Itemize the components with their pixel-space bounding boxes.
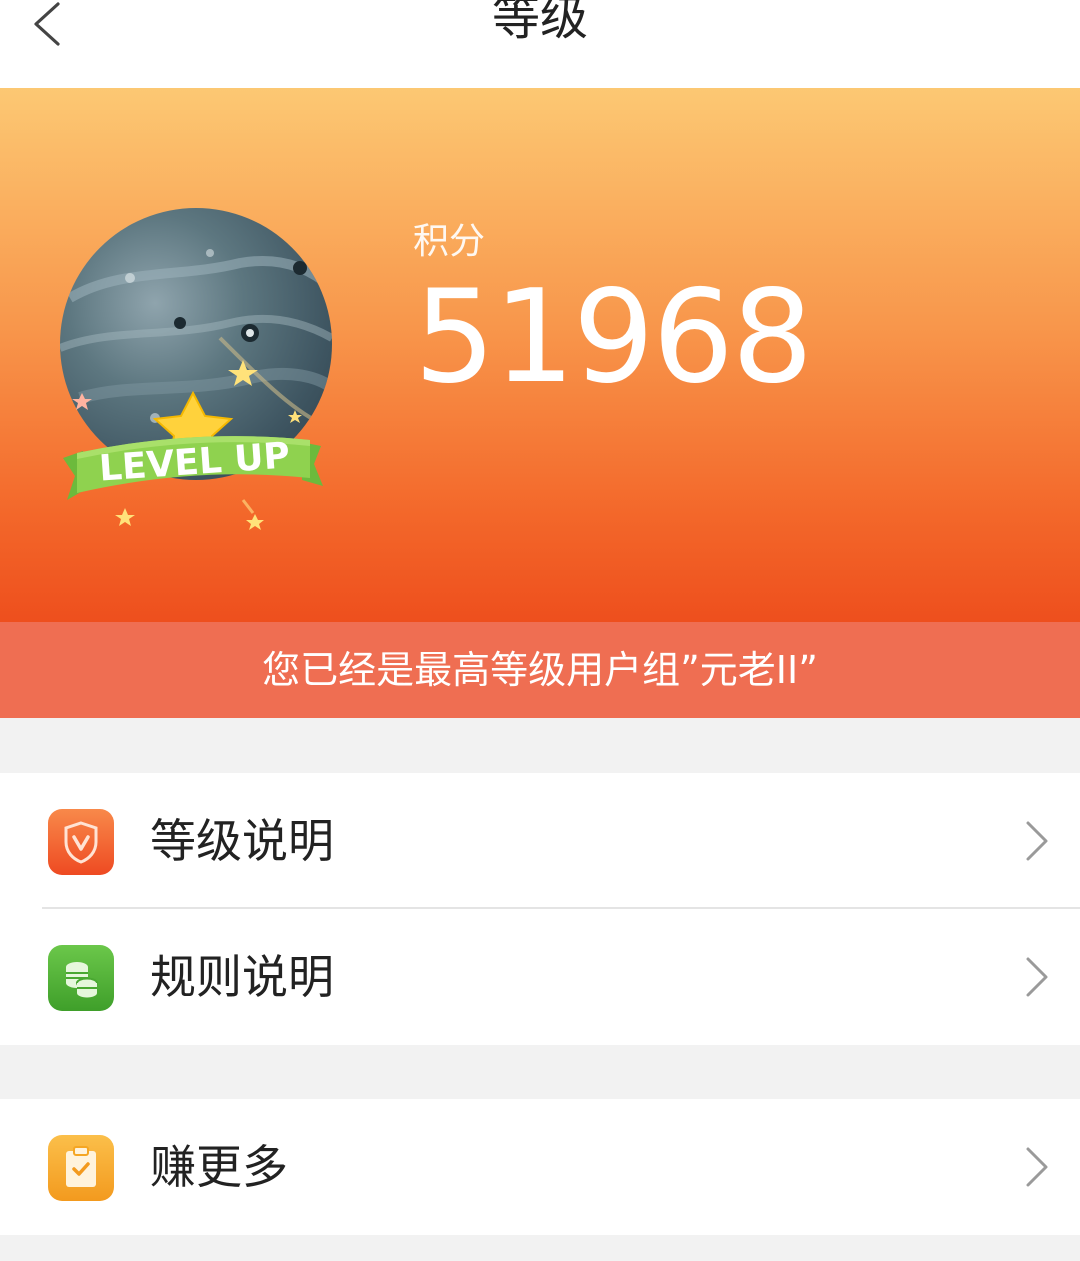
score-value: 51968 — [414, 263, 813, 412]
star-icon — [228, 360, 258, 386]
earn-menu: 赚更多 — [0, 1099, 1080, 1235]
star-icon — [72, 393, 92, 410]
level-up-badge: LEVEL UP — [63, 360, 323, 530]
score-label: 积分 — [413, 221, 486, 262]
shield-v-icon — [48, 809, 114, 875]
sparkle-icon — [115, 508, 135, 526]
menu-item-rules[interactable]: 规则说明 — [0, 909, 1080, 1045]
menu-item-label: 赚更多 — [150, 1140, 288, 1194]
menu-item-level-explanation[interactable]: 等级说明 — [0, 773, 1080, 909]
page-title: 等级 — [491, 0, 588, 46]
menu-item-earn-more[interactable]: 赚更多 — [0, 1099, 1080, 1235]
menu-item-label: 等级说明 — [150, 814, 334, 868]
star-icon — [288, 410, 302, 423]
chevron-right-icon — [1026, 1147, 1048, 1187]
menu-item-label: 规则说明 — [150, 950, 334, 1004]
status-banner: 您已经是最高等级用户组”元老II” — [0, 622, 1080, 718]
clipboard-check-icon — [48, 1135, 114, 1201]
chevron-right-icon — [1026, 821, 1048, 861]
coins-icon — [48, 945, 114, 1011]
level-hero: LEVEL UP 积分 51968 — [0, 88, 1080, 622]
top-bar: 等级 — [0, 0, 1080, 88]
chevron-right-icon — [1026, 957, 1048, 997]
sparkle-icon — [246, 514, 264, 530]
avatar-with-badge: LEVEL UP — [55, 208, 332, 538]
badge-text: LEVEL UP — [98, 435, 291, 489]
info-menu: 等级说明 规则说明 — [0, 773, 1080, 1045]
